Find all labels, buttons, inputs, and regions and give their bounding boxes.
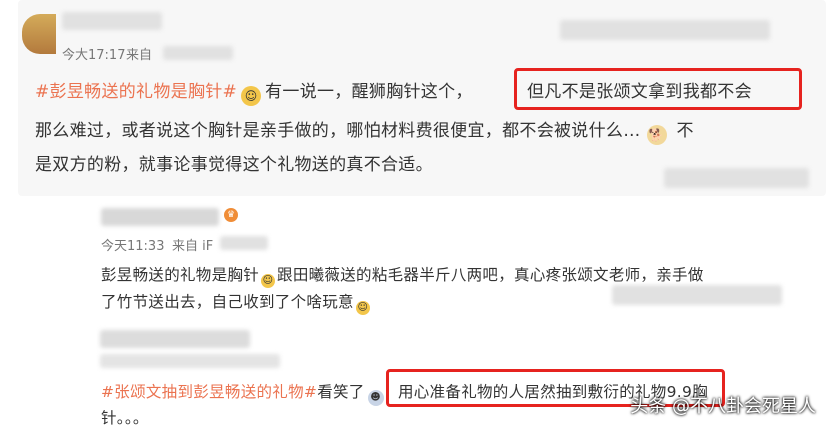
watermark: 头条 @不八卦会死星人	[630, 396, 816, 417]
username-blurred	[101, 208, 219, 226]
action-bar-blurred	[612, 285, 782, 305]
top-right-blurred	[560, 20, 770, 40]
smile-emoji-icon: ☺	[241, 86, 262, 106]
post-line-1: #彭昱畅送的礼物是胸针# ☺ 有一说一，醒狮胸针这个，	[35, 77, 473, 106]
post-line-3: 是双方的粉，就事论事觉得这个礼物送的真不合适。	[35, 155, 433, 175]
post-source-blurred	[163, 46, 233, 60]
comment-text: 彭昱畅送的礼物是胸针	[101, 266, 260, 284]
comment-timestamp: 今天11:33	[101, 239, 165, 254]
comment-source-blurred	[220, 236, 268, 250]
hashtag-link[interactable]: #张颂文抽到彭昱畅送的礼物#	[101, 383, 317, 401]
highlight-box-1	[514, 68, 802, 110]
comment-text: 看笑了	[317, 383, 365, 401]
comment-source-label: 来自 iF	[172, 239, 214, 254]
username-blurred	[62, 12, 162, 30]
meta-blurred	[100, 354, 280, 368]
dog-emoji-icon: 🐕	[646, 125, 667, 145]
comment3-line-2: 针。。。	[101, 409, 149, 427]
post-line-2: 那么难过，或者说这个胸针是亲手做的，哪怕材料费很便宜，都不会被说什么… 🐕 不	[35, 116, 694, 145]
post-timestamp: 今大17:17	[62, 48, 126, 63]
comment-text: 跟田曦薇送的粘毛器半斤八两吧，真心疼张颂文老师，亲手做	[277, 266, 704, 284]
smile-emoji-icon: ☺	[261, 274, 276, 288]
post-text: 有一说一，醒狮胸针这个，	[265, 82, 473, 102]
post-text: 不	[676, 121, 694, 141]
post-source-label: 来自	[126, 48, 153, 63]
action-bar-blurred	[664, 168, 809, 188]
crown-badge-icon: ♛	[224, 208, 238, 222]
laughing-face-emoji-icon: ☻	[367, 390, 384, 406]
avatar[interactable]	[22, 14, 56, 54]
comment-text: 了竹节送出去，自己收到了个啥玩意	[101, 293, 354, 311]
laugh-emoji-icon: ☺	[355, 301, 370, 315]
comment-line-2: 了竹节送出去，自己收到了个啥玩意 ☺	[101, 290, 372, 315]
username-blurred	[100, 330, 250, 348]
comment3-line-1: #张颂文抽到彭昱畅送的礼物#看笑了 ☻	[101, 380, 387, 406]
post-text: 那么难过，或者说这个胸针是亲手做的，哪怕材料费很便宜，都不会被说什么…	[35, 121, 641, 141]
hashtag-link[interactable]: #彭昱畅送的礼物是胸针#	[35, 82, 237, 102]
